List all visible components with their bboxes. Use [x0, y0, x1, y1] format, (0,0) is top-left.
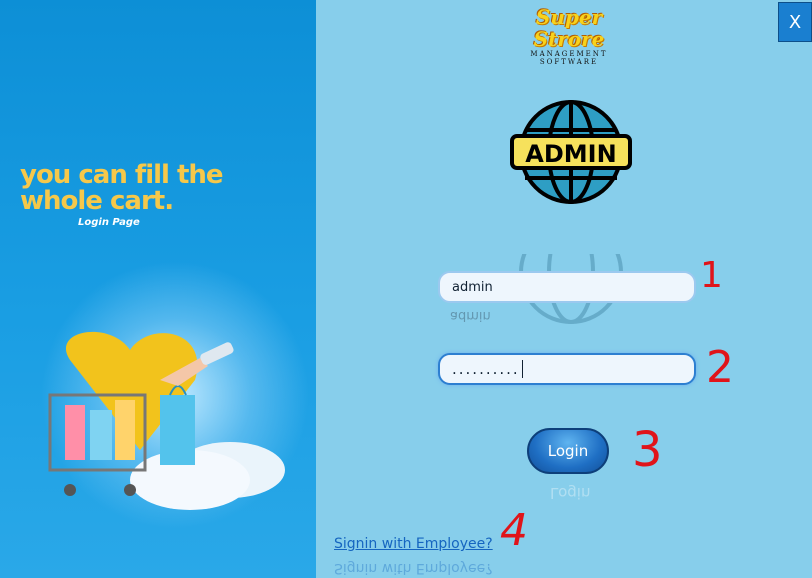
admin-badge-label: ADMIN — [525, 140, 616, 168]
admin-globe-icon: ADMIN — [510, 100, 632, 212]
login-button[interactable]: Login — [527, 428, 609, 474]
username-reflection: admin — [450, 308, 491, 323]
close-button[interactable]: X — [778, 2, 812, 42]
login-reflection: Login — [550, 484, 591, 502]
annotation-1: 1 — [700, 255, 723, 296]
employee-link-reflection: Signin with Employee? — [334, 560, 493, 576]
promo-tagline: you can fill the whole cart. — [20, 160, 224, 216]
annotation-2: 2 — [706, 342, 734, 393]
shopping-cart-illustration — [48, 331, 285, 510]
password-value: .......... — [452, 360, 520, 378]
employee-signin-link[interactable]: Signin with Employee? — [334, 536, 493, 552]
username-input[interactable]: admin — [438, 271, 696, 303]
annotation-3: 3 — [632, 422, 663, 478]
annotation-4: 4 — [500, 505, 528, 556]
promo-subtitle: Login Page — [78, 217, 140, 228]
password-input[interactable]: .......... — [438, 353, 696, 385]
brand-logo: Super Strore MANAGEMENT SOFTWARE — [530, 5, 608, 66]
promo-panel: you can fill the whole cart. Login Page — [0, 0, 316, 578]
